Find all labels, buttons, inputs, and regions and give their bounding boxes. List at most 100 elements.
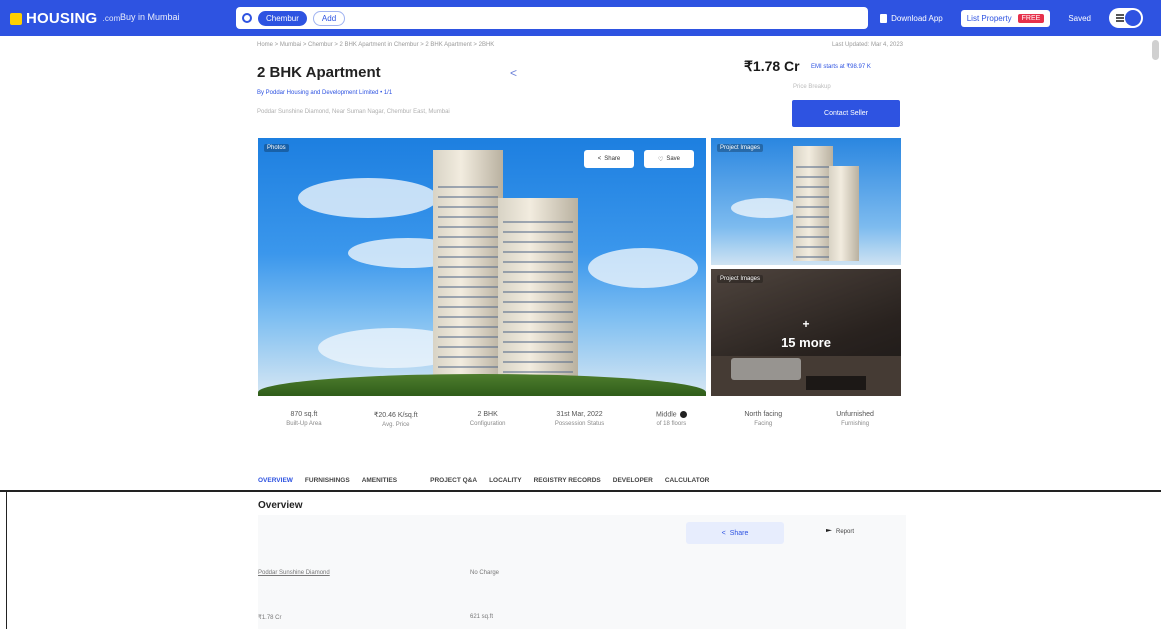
menu-icon — [1116, 17, 1124, 19]
stat-label: Configuration — [469, 421, 506, 427]
search-bar[interactable]: Chembur Add — [236, 7, 868, 29]
search-icon — [242, 13, 252, 23]
stat-floor: Middle of 18 floors — [625, 411, 717, 443]
breadcrumb[interactable]: Home > Mumbai > Chembur > 2 BHK Apartmen… — [257, 42, 494, 48]
stat-value: 2 BHK — [477, 411, 498, 418]
stat-value: ₹20.46 K/sq.ft — [373, 412, 418, 419]
section-divider — [0, 490, 1161, 492]
overview-share-button[interactable]: < Share — [686, 522, 784, 544]
tower-windows — [796, 158, 830, 258]
main-property-photo[interactable]: Photos < Share ♡ Save — [258, 138, 706, 396]
city-selector[interactable]: Buy in Mumbai — [120, 12, 180, 22]
tab-calculator[interactable]: CALCULATOR — [665, 477, 710, 484]
report-button[interactable]: Report — [826, 529, 854, 535]
tab-furnishings[interactable]: FURNISHINGS — [305, 477, 350, 484]
tower-building — [829, 166, 859, 261]
overview-value: ₹1.78 Cr — [258, 615, 282, 621]
stat-label: Avg. Price — [382, 422, 410, 428]
logo-text: HOUSING — [26, 10, 98, 27]
last-updated-text: Last Updated: Mar 4, 2023 — [831, 42, 903, 48]
heart-icon: ♡ — [657, 156, 664, 163]
top-right-actions: Download App List Property FREE Saved — [874, 8, 1143, 28]
tower-windows — [503, 213, 573, 383]
more-photos-label[interactable]: 15 more — [711, 335, 901, 350]
tab-project-qa[interactable]: PROJECT Q&A — [430, 477, 477, 484]
cloud — [588, 248, 698, 288]
tab-developer[interactable]: DEVELOPER — [613, 477, 653, 484]
developer-link[interactable]: By Poddar Housing and Development Limite… — [257, 90, 392, 96]
photos-tag: Photos — [264, 144, 289, 152]
interior-image-thumbnail[interactable]: Project Images + 15 more — [711, 269, 901, 396]
phone-icon — [880, 13, 888, 23]
profile-menu-button[interactable] — [1109, 8, 1143, 28]
stat-value: Middle — [656, 411, 677, 419]
add-locality-chip[interactable]: Add — [312, 10, 346, 26]
cloud — [731, 198, 801, 218]
stat-label: Built-Up Area — [286, 421, 322, 427]
avatar-icon — [1125, 10, 1141, 26]
overview-value: 621 sq.ft — [470, 614, 494, 620]
more-photos-overlay — [711, 269, 901, 396]
logo-suffix: .com — [102, 14, 121, 23]
free-badge: FREE — [1017, 13, 1045, 23]
share-icon: < — [597, 156, 602, 162]
top-navigation-bar: HOUSING .com Buy in Mumbai Chembur Add D… — [0, 0, 1161, 36]
price-breakup-link[interactable]: Price Breakup — [793, 84, 831, 90]
page-scrollbar[interactable] — [1152, 40, 1159, 60]
stat-value: 31st Mar, 2022 — [556, 411, 603, 418]
list-property-button[interactable]: List Property FREE — [960, 9, 1051, 27]
photo-save-label: Save — [666, 156, 681, 162]
property-address: Poddar Sunshine Diamond, Near Suman Naga… — [257, 109, 450, 115]
download-app-button[interactable]: Download App — [874, 10, 949, 27]
stat-avg-price: ₹20.46 K/sq.ft Avg. Price — [350, 411, 442, 443]
share-icon[interactable]: < — [510, 66, 517, 80]
stat-furnishing: Unfurnished Furnishing — [809, 411, 901, 443]
contact-seller-button[interactable]: Contact Seller — [792, 100, 900, 127]
project-name-link[interactable]: Poddar Sunshine Diamond — [258, 570, 330, 576]
project-images-tag: Project Images — [717, 144, 764, 152]
left-rule — [6, 492, 7, 629]
tab-overview[interactable]: OVERVIEW — [258, 477, 293, 484]
share-icon: < — [721, 529, 726, 537]
stat-value: 870 sq.ft — [290, 411, 318, 418]
photo-share-label: Share — [604, 156, 621, 162]
photo-share-button[interactable]: < Share — [584, 150, 634, 168]
saved-button[interactable]: Saved — [1062, 10, 1097, 27]
emi-link[interactable]: EMI starts at ₹98.97 K — [811, 63, 871, 70]
stat-configuration: 2 BHK Configuration — [442, 411, 534, 443]
photo-save-button[interactable]: ♡ Save — [644, 150, 694, 168]
stat-label: Possession Status — [554, 421, 605, 427]
section-tabs: OVERVIEW FURNISHINGS AMENITIES PROJECT Q… — [258, 477, 709, 484]
flag-icon — [826, 529, 832, 532]
stat-value: Unfurnished — [836, 411, 874, 418]
stat-label: of 18 floors — [656, 421, 687, 428]
tower-windows — [438, 178, 498, 378]
info-icon[interactable] — [679, 411, 687, 418]
stat-facing: North facing Facing — [717, 411, 809, 443]
overview-heading: Overview — [258, 500, 303, 511]
list-property-label: List Property — [966, 13, 1012, 23]
search-chip-locality[interactable]: Chembur — [258, 10, 307, 26]
stat-built-up-area: 870 sq.ft Built-Up Area — [258, 411, 350, 443]
property-price: ₹1.78 Cr — [744, 58, 800, 74]
project-image-thumbnail[interactable]: Project Images — [711, 138, 901, 265]
stat-possession: 31st Mar, 2022 Possession Status — [534, 411, 626, 443]
cloud — [298, 178, 438, 218]
stat-label: Facing — [754, 421, 773, 427]
page-title: 2 BHK Apartment — [257, 64, 381, 81]
stat-value: North facing — [744, 411, 783, 418]
housing-logo[interactable]: HOUSING .com — [10, 10, 121, 27]
overview-panel — [258, 515, 906, 629]
trees — [258, 374, 706, 396]
tab-registry-records[interactable]: REGISTRY RECORDS — [534, 477, 601, 484]
overview-share-label: Share — [729, 529, 749, 537]
overview-value: No Charge — [470, 570, 500, 576]
tab-amenities[interactable]: AMENITIES — [362, 477, 397, 484]
tab-locality[interactable]: LOCALITY — [489, 477, 522, 484]
stat-value-wrap: Middle — [625, 411, 717, 418]
plus-icon: + — [802, 317, 810, 331]
project-images-tag: Project Images — [717, 275, 764, 283]
property-stats-row: 870 sq.ft Built-Up Area ₹20.46 K/sq.ft A… — [258, 411, 901, 443]
logo-mark-icon — [10, 12, 22, 25]
stat-label: Furnishing — [841, 421, 870, 427]
